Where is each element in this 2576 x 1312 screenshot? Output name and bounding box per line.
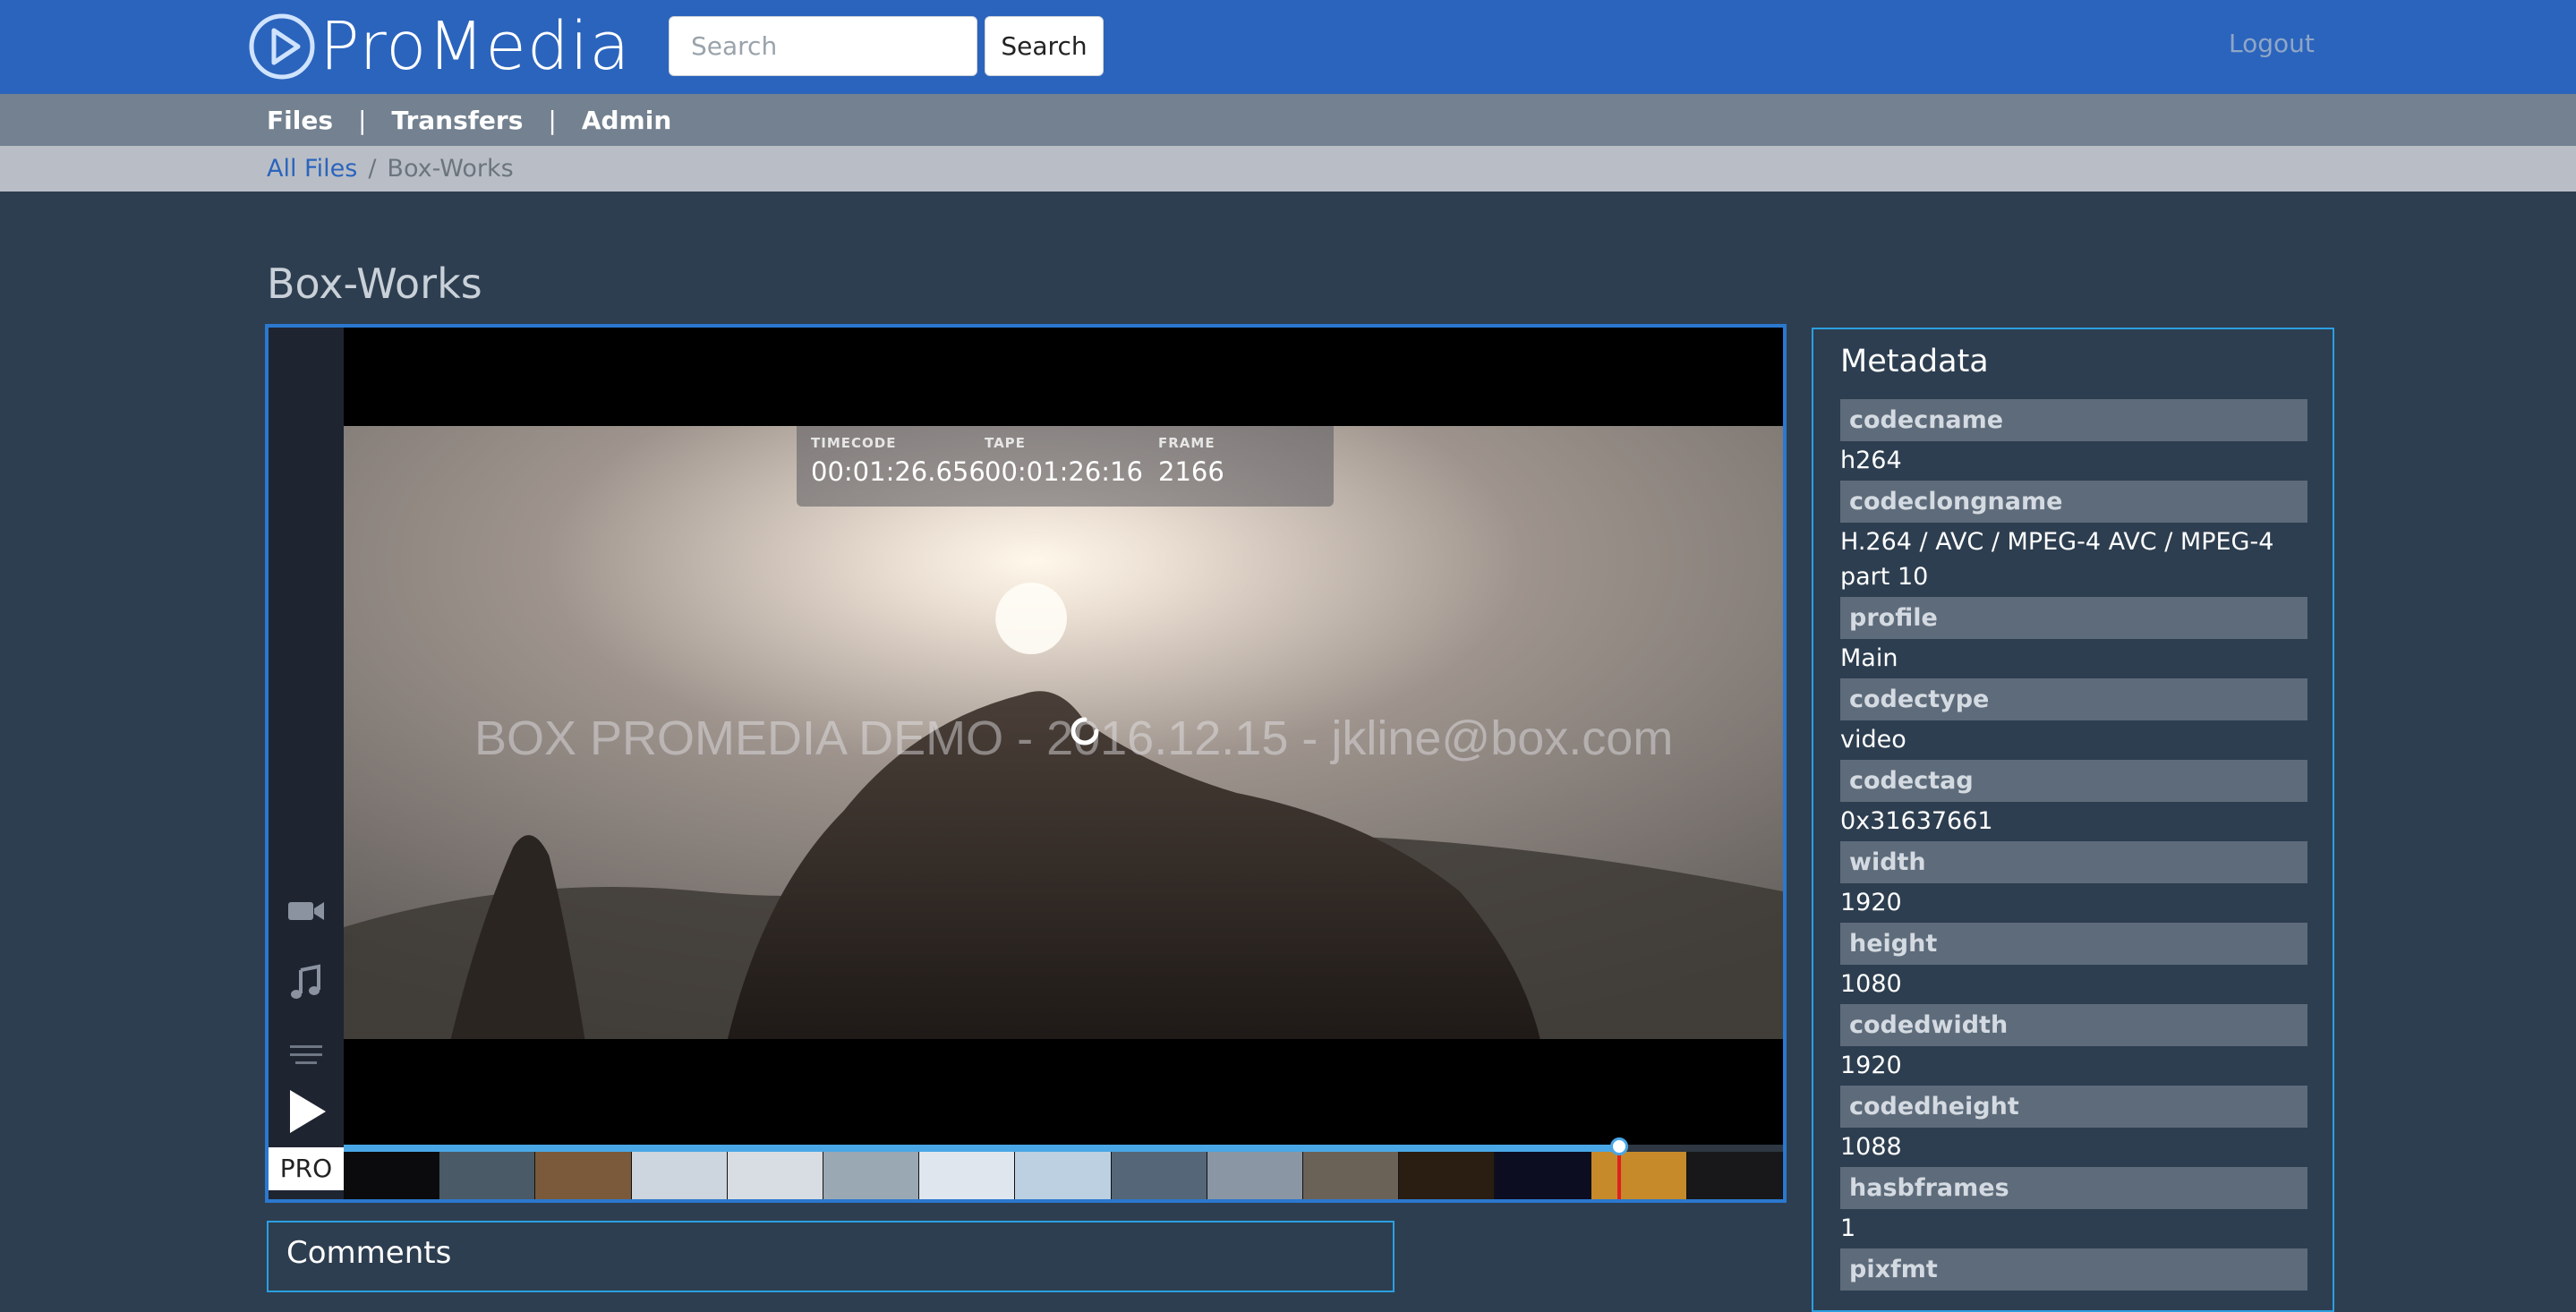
timeline-thumbnail[interactable] xyxy=(535,1152,632,1199)
timeline-scrubber[interactable] xyxy=(344,1137,1783,1199)
metadata-value: 1920 xyxy=(1840,889,1902,916)
video-player[interactable]: PRO TIMECODE 00:01:26.656 TAPE 00:01:26:… xyxy=(265,324,1787,1203)
timecode-readout: TIMECODE 00:01:26.656 xyxy=(811,435,985,487)
metadata-key: codedheight xyxy=(1840,1086,2307,1128)
timeline-thumbnail[interactable] xyxy=(727,1152,824,1199)
timeline-thumbnail[interactable] xyxy=(1399,1152,1496,1199)
metadata-value: H.264 / AVC / MPEG-4 AVC / MPEG-4 part 1… xyxy=(1840,528,2274,591)
breadcrumb-all-files[interactable]: All Files xyxy=(267,155,357,183)
timeline-thumbnail[interactable] xyxy=(1686,1152,1783,1199)
timeline-thumbnail[interactable] xyxy=(344,1152,440,1199)
nav-item-files[interactable]: Files xyxy=(267,106,333,135)
metadata-value: 1088 xyxy=(1840,1133,1902,1161)
timeline-thumbnail[interactable] xyxy=(631,1152,728,1199)
metadata-key: codedwidth xyxy=(1840,1004,2307,1046)
timeline-thumbnail[interactable] xyxy=(439,1152,536,1199)
timeline-thumbnail[interactable] xyxy=(1495,1152,1591,1199)
search-input[interactable] xyxy=(669,16,977,76)
metadata-value: video xyxy=(1840,726,1906,754)
timecode-label: TIMECODE xyxy=(811,435,897,451)
metadata-list: codecname h264 codeclongname H.264 / AVC / … xyxy=(1840,399,2307,1295)
video-camera-icon[interactable] xyxy=(286,891,326,931)
metadata-key: pixfmt xyxy=(1840,1248,2307,1291)
metadata-key: profile xyxy=(1840,597,2307,639)
metadata-value: 1920 xyxy=(1840,1052,1902,1079)
metadata-panel: Metadata codecname h264 codeclongname H.264… xyxy=(1812,328,2334,1312)
timecode-overlay: TIMECODE 00:01:26.656 TAPE 00:01:26:16 F… xyxy=(797,426,1334,507)
play-icon[interactable] xyxy=(283,1086,329,1137)
nav-separator: | xyxy=(548,105,557,135)
nav-bar: Files | Transfers | Admin xyxy=(0,94,2576,146)
breadcrumb-current: Box-Works xyxy=(387,155,514,183)
metadata-key: hasbframes xyxy=(1840,1167,2307,1209)
timeline-thumbnail[interactable] xyxy=(1207,1152,1304,1199)
nav-item-transfers[interactable]: Transfers xyxy=(391,106,523,135)
breadcrumb-bar: All Files / Box-Works xyxy=(0,146,2576,192)
nav-item-admin[interactable]: Admin xyxy=(582,106,671,135)
metadata-value: h264 xyxy=(1840,447,1902,474)
breadcrumb: All Files / Box-Works xyxy=(267,146,514,192)
tape-readout: TAPE 00:01:26:16 xyxy=(985,435,1143,487)
player-sidebar: PRO xyxy=(269,328,344,1199)
frame-readout: FRAME 2166 xyxy=(1158,435,1224,487)
text-lines-icon[interactable] xyxy=(286,1035,326,1074)
metadata-value: Main xyxy=(1840,644,1898,672)
tape-label: TAPE xyxy=(985,435,1026,451)
metadata-key: height xyxy=(1840,923,2307,965)
timeline-thumbnail[interactable] xyxy=(919,1152,1016,1199)
timecode-value: 00:01:26.656 xyxy=(811,456,985,487)
metadata-value: 1080 xyxy=(1840,970,1902,998)
music-note-icon[interactable] xyxy=(286,963,326,1002)
logo-text: ProMedia xyxy=(320,8,631,85)
playhead[interactable] xyxy=(1610,1137,1629,1199)
nav-separator: | xyxy=(357,105,367,135)
frame-value: 2166 xyxy=(1158,456,1224,487)
pro-badge[interactable]: PRO xyxy=(269,1147,344,1190)
metadata-key: codectag xyxy=(1840,760,2307,802)
metadata-key: codeclongname xyxy=(1840,481,2307,523)
thumbnail-strip[interactable] xyxy=(344,1152,1783,1199)
play-circle-logo-icon xyxy=(249,13,315,80)
search-button[interactable]: Search xyxy=(985,16,1104,76)
comments-panel: Comments xyxy=(267,1221,1395,1292)
metadata-value: 1 xyxy=(1840,1214,1856,1242)
metadata-value xyxy=(1840,1291,2307,1295)
timeline-thumbnail[interactable] xyxy=(1591,1152,1687,1199)
page-title: Box-Works xyxy=(267,260,482,308)
logout-link[interactable]: Logout xyxy=(2229,29,2315,58)
metadata-title: Metadata xyxy=(1840,344,1989,379)
timeline-thumbnail[interactable] xyxy=(823,1152,920,1199)
metadata-value: 0x31637661 xyxy=(1840,807,1993,835)
timeline-thumbnail[interactable] xyxy=(1111,1152,1207,1199)
breadcrumb-separator: / xyxy=(368,155,377,183)
metadata-key: codectype xyxy=(1840,678,2307,720)
frame-label: FRAME xyxy=(1158,435,1215,451)
tape-value: 00:01:26:16 xyxy=(985,456,1143,487)
metadata-key: codecname xyxy=(1840,399,2307,441)
progress-track[interactable] xyxy=(344,1145,1783,1152)
progress-fill xyxy=(344,1145,1618,1152)
loading-spinner-icon xyxy=(1070,717,1099,745)
timeline-thumbnail[interactable] xyxy=(1303,1152,1400,1199)
metadata-key: width xyxy=(1840,841,2307,883)
comments-title: Comments xyxy=(286,1235,452,1271)
promedia-logo[interactable]: ProMedia xyxy=(248,11,631,82)
main-nav: Files | Transfers | Admin xyxy=(267,94,671,146)
timeline-thumbnail[interactable] xyxy=(1015,1152,1112,1199)
top-bar: ProMedia Search Logout xyxy=(0,0,2576,94)
playhead-handle[interactable] xyxy=(1610,1137,1629,1155)
video-viewport[interactable]: TIMECODE 00:01:26.656 TAPE 00:01:26:16 F… xyxy=(344,328,1783,1145)
